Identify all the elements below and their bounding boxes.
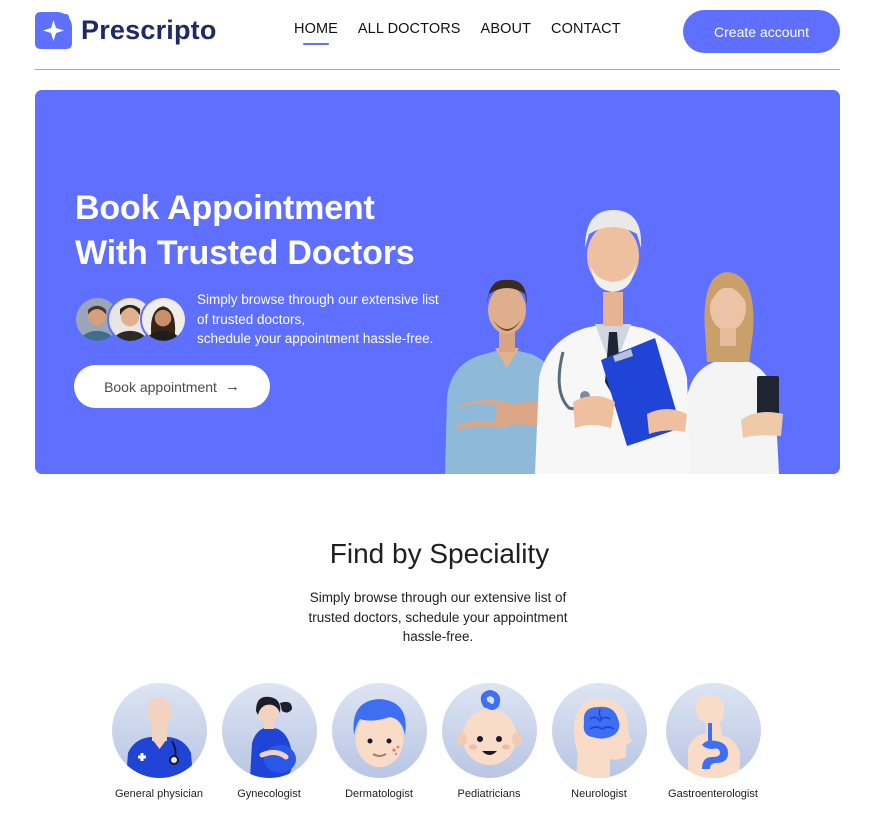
hero-title-line2: With Trusted Doctors: [75, 234, 415, 272]
logo-icon: [35, 12, 72, 49]
nav-home[interactable]: HOME: [294, 21, 338, 37]
speciality-description: Simply browse through our extensive list…: [290, 588, 586, 647]
speciality-label: Pediatricians: [457, 788, 521, 800]
speciality-dermatologist[interactable]: Dermatologist: [324, 683, 434, 800]
speciality-gastroenterologist[interactable]: Gastroenterologist: [658, 683, 768, 800]
hero-desc-line3: schedule your appointment hassle-free.: [197, 331, 434, 346]
book-appointment-label: Book appointment: [104, 378, 217, 395]
speciality-label: Gynecologist: [237, 788, 301, 800]
hero-description: Simply browse through our extensive list…: [197, 290, 457, 349]
speciality-general-physician[interactable]: General physician: [104, 683, 214, 800]
hero-desc-line1: Simply browse through our extensive list: [197, 292, 439, 307]
logo-text: Prescripto: [81, 15, 217, 45]
speciality-label: Gastroenterologist: [668, 788, 758, 800]
general-physician-icon: [111, 683, 207, 778]
logo[interactable]: Prescripto: [35, 12, 217, 49]
doctor-center: [535, 210, 691, 474]
book-appointment-button[interactable]: Book appointment →: [74, 365, 270, 408]
neurologist-icon: [551, 683, 647, 778]
doctors-illustration: [445, 210, 783, 474]
doctor-right: [685, 272, 783, 474]
pediatrician-icon: [441, 683, 537, 778]
speciality-desc-line1: Simply browse through our extensive list…: [309, 590, 567, 605]
speciality-title: Find by Speciality: [329, 538, 550, 569]
speciality-desc-line3: hassle-free.: [402, 629, 474, 644]
hero-banner: Book Appointment With Trusted Doctors Si…: [35, 90, 840, 474]
nav-all-doctors[interactable]: ALL DOCTORS: [358, 21, 461, 37]
doctor-avatars: [74, 296, 187, 343]
speciality-pediatricians[interactable]: Pediatricians: [434, 683, 544, 800]
hero-title-line1: Book Appointment: [75, 189, 375, 227]
speciality-label: Dermatologist: [345, 788, 413, 800]
gastroenterologist-icon: [665, 683, 761, 778]
nav-menu: HOME ALL DOCTORS ABOUT CONTACT: [294, 21, 641, 37]
speciality-desc-line2: trusted doctors, schedule your appointme…: [308, 609, 568, 625]
dermatologist-icon: [331, 683, 427, 778]
nav-about[interactable]: ABOUT: [481, 21, 531, 37]
hero-title: Book Appointment With Trusted Doctors: [75, 186, 455, 276]
speciality-neurologist[interactable]: Neurologist: [544, 683, 654, 800]
avatar: [140, 296, 187, 343]
speciality-list: General physician Gynecologist Dermatolo…: [0, 683, 879, 803]
speciality-label: Neurologist: [571, 788, 627, 800]
hero-desc-line2: of trusted doctors,: [197, 311, 306, 327]
create-account-button[interactable]: Create account: [683, 10, 840, 53]
gynecologist-icon: [221, 683, 317, 778]
speciality-gynecologist[interactable]: Gynecologist: [214, 683, 324, 800]
nav-contact[interactable]: CONTACT: [551, 21, 621, 37]
arrow-right-icon: →: [224, 378, 240, 395]
navbar: Prescripto HOME ALL DOCTORS ABOUT CONTAC…: [35, 0, 840, 70]
speciality-label: General physician: [114, 788, 204, 800]
